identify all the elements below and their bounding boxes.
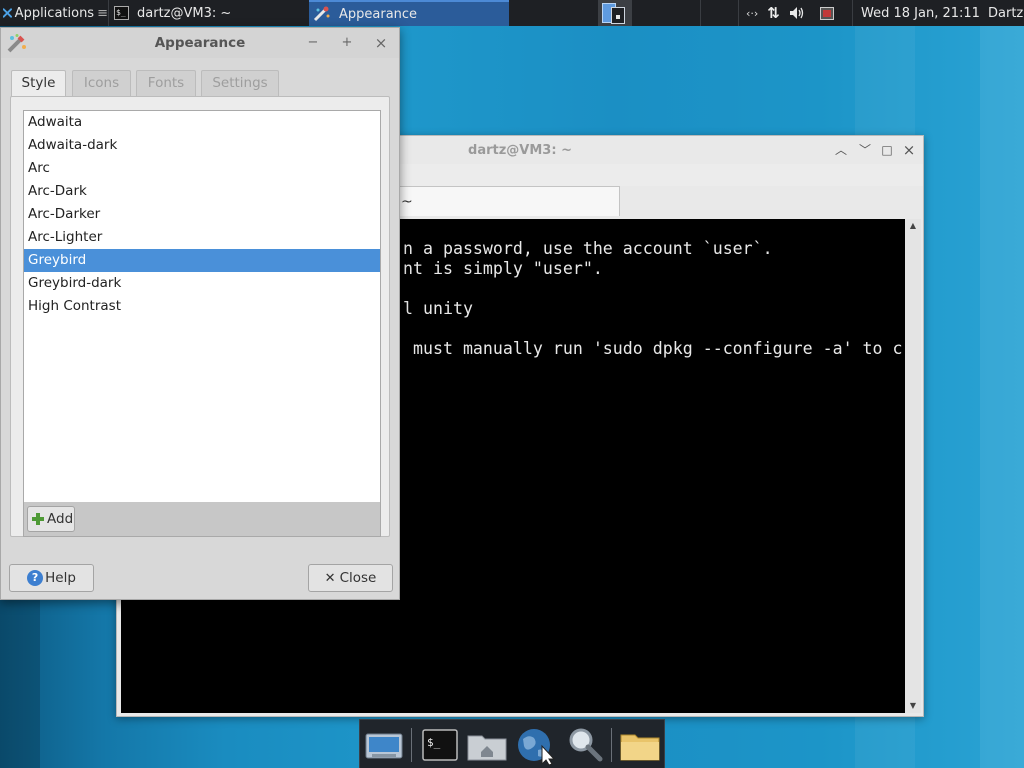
theme-list-item[interactable]: High Contrast xyxy=(24,295,380,318)
theme-list-item[interactable]: Adwaita-dark xyxy=(24,134,380,157)
record-dot xyxy=(822,9,831,17)
appearance-minimize-icon[interactable]: − xyxy=(305,35,321,51)
close-button-label: Close xyxy=(339,570,377,586)
theme-list[interactable]: Adwaita Adwaita-dark Arc Arc-Dark Arc-Darker… xyxy=(23,110,381,503)
theme-list-item[interactable]: Arc-Darker xyxy=(24,203,380,226)
terminal-shade-icon[interactable]: ﹀ xyxy=(857,142,873,158)
dock-separator xyxy=(411,728,412,762)
workspace-window-preview xyxy=(611,7,625,24)
theme-list-item[interactable]: Greybird-dark xyxy=(24,272,380,295)
system-tray: ‹·› ⇅ xyxy=(746,0,834,26)
svg-text:$_: $_ xyxy=(427,736,441,749)
add-button-label: Add xyxy=(47,511,74,527)
appearance-titlebar[interactable]: Appearance − + × xyxy=(1,28,399,58)
panel-separator xyxy=(700,0,701,26)
clock[interactable]: Wed 18 Jan, 21:11 xyxy=(861,0,980,26)
scroll-down-icon[interactable]: ▼ xyxy=(905,699,921,713)
terminal-minimize-icon[interactable]: ︿ xyxy=(833,142,849,158)
terminal-tab-label: ~ xyxy=(401,194,413,210)
panel-separator xyxy=(852,0,853,26)
theme-list-item[interactable]: Adwaita xyxy=(24,111,380,134)
tab-label: Style xyxy=(21,75,56,91)
terminal-icon: $_ xyxy=(114,6,129,20)
desktop-stripe xyxy=(980,26,1024,768)
web-browser-icon[interactable] xyxy=(514,726,558,766)
terminal-close-icon[interactable]: × xyxy=(901,142,917,158)
tab-settings[interactable]: Settings xyxy=(201,70,279,97)
terminal-title: dartz@VM3: ~ xyxy=(468,142,572,158)
applications-menu[interactable]: Applications ≡ xyxy=(0,0,108,26)
theme-list-toolbar: Add xyxy=(23,502,381,537)
appearance-maximize-icon[interactable]: + xyxy=(339,35,355,51)
display-icon[interactable] xyxy=(364,726,404,764)
taskbar-item-label: Appearance xyxy=(339,6,418,22)
add-button[interactable]: Add xyxy=(27,506,75,532)
scroll-up-icon[interactable]: ▲ xyxy=(905,219,921,233)
plus-icon xyxy=(32,513,44,525)
top-panel: Applications ≡ $_ dartz@VM3: ~ Appearanc… xyxy=(0,0,1024,26)
panel-separator xyxy=(108,0,109,26)
applications-menu-label: Applications xyxy=(14,5,95,21)
volume-icon[interactable] xyxy=(789,6,805,20)
tab-label: Fonts xyxy=(147,75,185,91)
search-icon[interactable] xyxy=(565,726,605,764)
tab-fonts[interactable]: Fonts xyxy=(136,70,196,97)
terminal-scrollbar[interactable]: ▲ ▼ xyxy=(905,219,921,713)
xfce-logo-icon xyxy=(3,8,12,18)
terminal-icon[interactable]: $_ xyxy=(421,726,459,764)
tab-style[interactable]: Style xyxy=(11,70,66,98)
theme-list-item[interactable]: Arc-Dark xyxy=(24,180,380,203)
tab-label: Settings xyxy=(212,75,268,91)
appearance-close-icon[interactable]: × xyxy=(373,35,389,51)
help-button[interactable]: ? Help xyxy=(9,564,94,592)
network-arrows-icon[interactable]: ‹·› xyxy=(746,7,758,20)
taskbar-item-label: dartz@VM3: ~ xyxy=(137,5,232,21)
panel-separator xyxy=(738,0,739,26)
theme-list-item[interactable]: Arc-Lighter xyxy=(24,226,380,249)
menu-glyph-icon: ≡ xyxy=(97,5,108,21)
tab-icons[interactable]: Icons xyxy=(72,70,131,97)
taskbar-item-terminal[interactable]: $_ dartz@VM3: ~ xyxy=(110,0,306,26)
appearance-window[interactable]: Appearance − + × Style Icons Fonts Setti… xyxy=(0,27,400,600)
theme-list-item[interactable]: Greybird xyxy=(24,249,380,272)
help-button-label: Help xyxy=(45,570,76,586)
taskbar-item-appearance[interactable]: Appearance xyxy=(309,0,509,26)
help-icon: ? xyxy=(27,570,44,586)
close-icon: ✕ xyxy=(324,570,336,586)
user-menu[interactable]: Dartz xyxy=(988,0,1024,26)
record-icon[interactable] xyxy=(819,6,834,20)
dock: $_ xyxy=(359,719,665,768)
appearance-icon xyxy=(313,6,330,22)
workspace-switcher[interactable] xyxy=(598,0,632,26)
files-icon[interactable] xyxy=(619,726,661,764)
close-button[interactable]: ✕ Close xyxy=(308,564,393,592)
transfer-icon[interactable]: ⇅ xyxy=(767,4,780,22)
style-tab-page: Adwaita Adwaita-dark Arc Arc-Dark Arc-Darker… xyxy=(10,96,390,537)
tab-label: Icons xyxy=(83,75,120,91)
theme-list-item[interactable]: Arc xyxy=(24,157,380,180)
terminal-maximize-icon[interactable]: □ xyxy=(879,142,895,158)
home-folder-icon[interactable] xyxy=(466,726,508,764)
dock-separator xyxy=(611,728,612,762)
